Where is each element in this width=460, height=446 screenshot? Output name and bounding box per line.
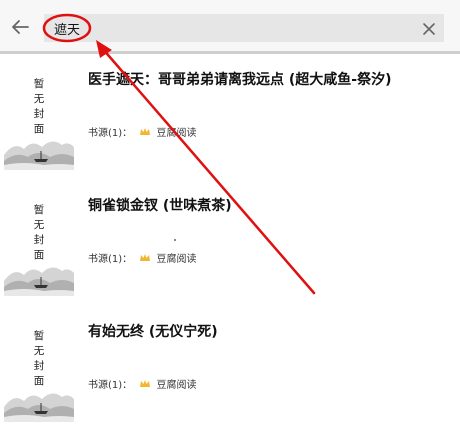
result-item[interactable]: 暂 无 封 面 有始无终 (无仪宁死) 书源(1)： 豆腐阅读 — [0, 309, 460, 435]
source-label: 书源(1)： — [88, 254, 133, 265]
source-name: 豆腐阅读 — [156, 128, 197, 139]
book-source: 书源(1)： 豆腐阅读 — [88, 250, 197, 265]
book-cover: 暂 无 封 面 — [4, 65, 74, 170]
ink-landscape-image — [4, 393, 74, 422]
source-name: 豆腐阅读 — [156, 380, 197, 391]
book-cover: 暂 无 封 面 — [4, 191, 74, 296]
book-source: 书源(1)： 豆腐阅读 — [88, 376, 197, 391]
stray-dot — [174, 239, 176, 241]
crown-icon — [140, 379, 151, 387]
search-input[interactable] — [54, 14, 394, 42]
result-item[interactable]: 暂 无 封 面 铜雀锁金钗 (世味煮茶) 书源(1)： 豆腐阅读 — [0, 183, 460, 309]
source-label: 书源(1)： — [88, 128, 133, 139]
arrow-left-icon — [12, 20, 29, 34]
search-box[interactable] — [44, 14, 444, 42]
crown-icon — [140, 253, 151, 261]
book-title: 医手遮天：哥哥弟弟请离我远点 (超大咸鱼-祭汐) — [88, 72, 392, 88]
source-name: 豆腐阅读 — [156, 254, 197, 265]
search-results-list: 暂 无 封 面 医手遮天：哥哥弟弟请离我远点 (超大咸鱼-祭汐) 书源(1)： … — [0, 57, 460, 446]
book-title: 铜雀锁金钗 (世味煮茶) — [88, 198, 232, 214]
top-bar — [0, 0, 460, 54]
ink-landscape-image — [4, 141, 74, 170]
back-button[interactable] — [8, 15, 32, 39]
source-label: 书源(1)： — [88, 380, 133, 391]
crown-icon — [140, 127, 151, 135]
book-source: 书源(1)： 豆腐阅读 — [88, 124, 197, 139]
ink-landscape-image — [4, 267, 74, 296]
clear-search-button[interactable] — [422, 21, 436, 35]
book-title: 有始无终 (无仪宁死) — [88, 324, 218, 340]
close-icon — [423, 23, 435, 35]
book-cover: 暂 无 封 面 — [4, 317, 74, 422]
result-item[interactable]: 暂 无 封 面 医手遮天：哥哥弟弟请离我远点 (超大咸鱼-祭汐) 书源(1)： … — [0, 57, 460, 183]
